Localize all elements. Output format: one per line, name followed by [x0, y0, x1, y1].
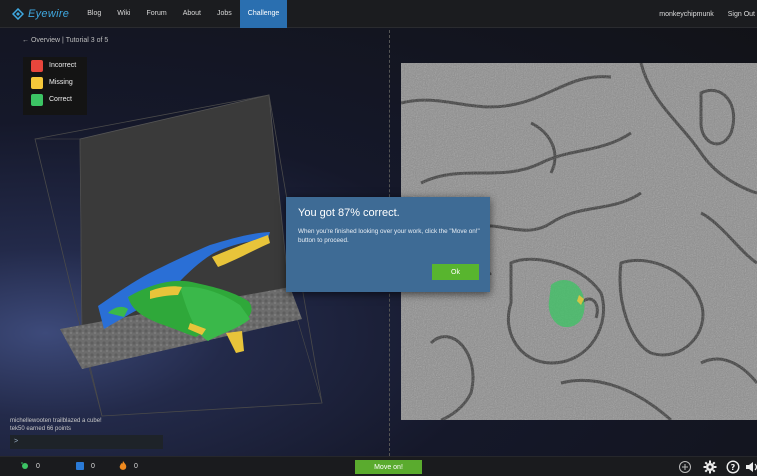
- breadcrumb[interactable]: ← Overview | Tutorial 3 of 5: [22, 37, 108, 44]
- move-on-button[interactable]: Move on!: [355, 460, 422, 474]
- legend-item-missing: Missing: [23, 74, 87, 91]
- bottom-status-bar: 0 0 0 Move on! ?: [0, 456, 757, 476]
- chat-input[interactable]: >: [10, 435, 163, 449]
- ok-button[interactable]: Ok: [432, 264, 479, 280]
- flame-icon: [119, 461, 127, 470]
- nav-about[interactable]: About: [175, 0, 209, 28]
- svg-text:?: ?: [731, 463, 736, 472]
- stat-streak-value: 0: [134, 462, 138, 470]
- sign-out-link[interactable]: Sign Out: [728, 11, 755, 18]
- eyewire-logo-icon: [12, 7, 24, 20]
- user-links: monkeychipmunk Sign Out: [659, 0, 757, 28]
- top-navigation-bar: Eyewire Blog Wiki Forum About Jobs Chall…: [0, 0, 757, 28]
- activity-feed: michellewooten trailblazed a cube! tek50…: [10, 417, 102, 433]
- stat-points-value: 0: [36, 462, 40, 470]
- stat-cubes[interactable]: 0: [75, 461, 95, 471]
- correct-swatch: [31, 93, 43, 106]
- stat-points[interactable]: 0: [20, 461, 40, 471]
- legend-label-missing: Missing: [49, 79, 73, 86]
- legend-item-incorrect: Incorrect: [23, 57, 87, 74]
- help-icon[interactable]: ?: [726, 460, 740, 474]
- sound-icon[interactable]: [745, 460, 757, 474]
- stat-streak[interactable]: 0: [118, 461, 138, 471]
- nav-forum[interactable]: Forum: [138, 0, 174, 28]
- feed-line: michellewooten trailblazed a cube!: [10, 418, 102, 424]
- incorrect-swatch: [31, 59, 43, 72]
- missing-swatch: [31, 76, 43, 89]
- result-dialog: You got 87% correct. When you're finishe…: [286, 197, 490, 292]
- add-icon[interactable]: [678, 460, 692, 474]
- nav-challenge[interactable]: Challenge: [239, 0, 288, 28]
- dialog-message: When you're finished looking over your w…: [298, 228, 480, 244]
- username-link[interactable]: monkeychipmunk: [659, 11, 713, 18]
- dialog-title: You got 87% correct.: [298, 207, 400, 219]
- color-legend: Incorrect Missing Correct: [23, 57, 87, 115]
- legend-label-incorrect: Incorrect: [49, 62, 77, 69]
- nav-wiki[interactable]: Wiki: [109, 0, 138, 28]
- legend-label-correct: Correct: [49, 96, 72, 103]
- settings-gear-icon[interactable]: [703, 460, 717, 474]
- blue-cube-icon: [76, 462, 84, 470]
- brand-name: Eyewire: [28, 7, 70, 20]
- green-dot-icon: [21, 462, 28, 469]
- stat-cubes-value: 0: [91, 462, 95, 470]
- nav-jobs[interactable]: Jobs: [209, 0, 240, 28]
- legend-item-correct: Correct: [23, 91, 87, 108]
- eyewire-logo[interactable]: Eyewire: [12, 7, 70, 20]
- feed-line: tek50 earned 66 points: [10, 426, 72, 432]
- nav-blog[interactable]: Blog: [79, 0, 109, 28]
